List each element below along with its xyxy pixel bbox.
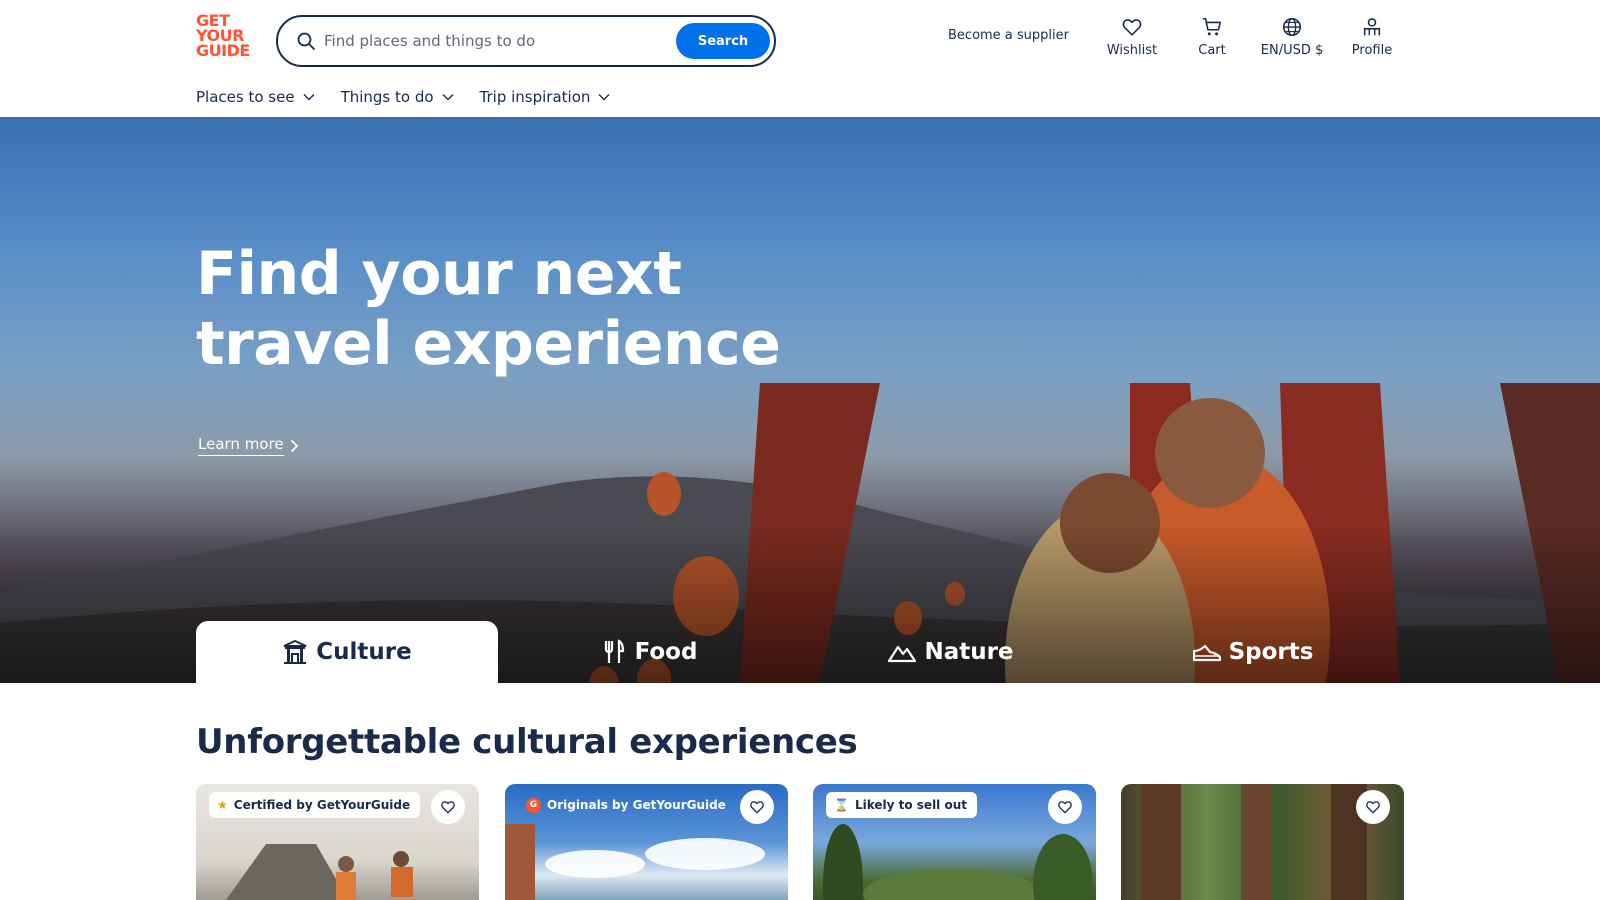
profile-icon <box>1363 18 1381 36</box>
experience-card[interactable]: ⌛ Likely to sell out <box>813 784 1096 900</box>
category-nav: Places to see Things to do Trip inspirat… <box>196 88 610 106</box>
chevron-down-icon <box>598 94 610 101</box>
certified-badge: ★ Certified by GetYourGuide <box>209 792 421 818</box>
heart-icon <box>750 801 764 814</box>
globe-icon <box>1282 17 1302 37</box>
site-header: GET YOUR GUIDE Search Become a supplier … <box>0 0 1600 117</box>
nav-language-currency[interactable]: EN/USD $ <box>1247 16 1337 58</box>
wishlist-button[interactable] <box>740 790 774 824</box>
learn-more-label: Learn more <box>198 435 284 456</box>
tab-sports[interactable]: Sports <box>1102 621 1404 683</box>
badge-label: Originals by GetYourGuide <box>547 798 726 812</box>
hero-banner: Find your next travel experience Learn m… <box>0 117 1600 683</box>
originals-badge: G Originals by GetYourGuide <box>518 792 736 818</box>
sell-out-badge: ⌛ Likely to sell out <box>826 792 977 818</box>
hero-title: Find your next travel experience <box>196 239 781 379</box>
experience-category-tabs: Culture Food Nature Sports <box>196 621 1404 683</box>
subnav-label: Things to do <box>340 88 434 106</box>
chevron-down-icon <box>303 94 315 101</box>
experience-cards: ★ Certified by GetYourGuide G Originals … <box>196 784 1404 900</box>
search-button[interactable]: Search <box>676 23 770 59</box>
become-supplier-link[interactable]: Become a supplier <box>948 28 1069 43</box>
cart-icon <box>1202 17 1222 36</box>
tab-culture-label: Culture <box>316 639 412 665</box>
subnav-label: Places to see <box>196 88 295 106</box>
fork-knife-icon <box>604 639 624 663</box>
heart-icon <box>441 801 455 814</box>
medal-icon: ★ <box>217 798 228 812</box>
search-icon <box>296 31 316 51</box>
learn-more-link[interactable]: Learn more <box>198 435 299 456</box>
search-bar: Search <box>276 15 776 67</box>
tab-food[interactable]: Food <box>498 621 800 683</box>
nav-language-label: EN/USD $ <box>1260 43 1324 58</box>
logo-line-3: GUIDE <box>196 41 250 60</box>
subnav-things-to-do[interactable]: Things to do <box>341 88 454 106</box>
experience-card[interactable] <box>1121 784 1404 900</box>
nav-wishlist-label: Wishlist <box>1106 43 1158 58</box>
shoe-icon <box>1192 644 1221 662</box>
heart-icon <box>1366 801 1380 814</box>
nav-wishlist[interactable]: Wishlist <box>1087 16 1177 58</box>
tab-sports-label: Sports <box>1228 639 1314 665</box>
section-title: Unforgettable cultural experiences <box>196 722 858 762</box>
search-input[interactable] <box>324 27 654 55</box>
experience-card[interactable]: G Originals by GetYourGuide <box>505 784 788 900</box>
experience-card[interactable]: ★ Certified by GetYourGuide <box>196 784 479 900</box>
getyourguide-logo[interactable]: GET YOUR GUIDE <box>196 13 256 61</box>
subnav-places-to-see[interactable]: Places to see <box>196 88 315 106</box>
nav-profile-label: Profile <box>1351 43 1393 58</box>
tab-nature[interactable]: Nature <box>800 621 1102 683</box>
subnav-label: Trip inspiration <box>479 88 591 106</box>
chevron-down-icon <box>442 94 454 101</box>
subnav-trip-inspiration[interactable]: Trip inspiration <box>480 88 611 106</box>
tab-culture[interactable]: Culture <box>196 621 498 683</box>
nav-cart-label: Cart <box>1198 43 1226 58</box>
hourglass-icon: ⌛ <box>834 798 849 812</box>
tab-nature-label: Nature <box>924 639 1014 665</box>
chevron-right-icon <box>290 439 298 452</box>
badge-label: Certified by GetYourGuide <box>233 798 411 812</box>
nav-cart[interactable]: Cart <box>1167 16 1257 58</box>
gyg-originals-icon: G <box>526 797 541 813</box>
nav-profile[interactable]: Profile <box>1327 16 1417 58</box>
temple-icon <box>283 639 307 664</box>
wishlist-button[interactable] <box>1048 790 1082 824</box>
wishlist-button[interactable] <box>1356 790 1390 824</box>
mountain-icon <box>888 645 917 663</box>
wishlist-button[interactable] <box>431 790 465 824</box>
heart-icon <box>1058 801 1072 814</box>
heart-icon <box>1122 19 1142 36</box>
badge-label: Likely to sell out <box>854 798 967 812</box>
tab-food-label: Food <box>634 639 698 665</box>
